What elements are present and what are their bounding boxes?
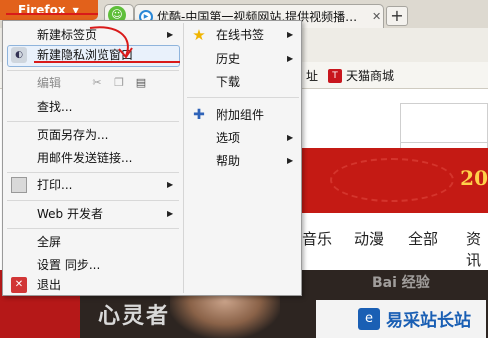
banner-decoration [330, 158, 454, 202]
menu-separator [7, 70, 179, 71]
bookmark-item[interactable]: 址 [306, 67, 318, 84]
video-logo: 心灵者 [98, 303, 171, 329]
menu-item-downloads[interactable]: 下载 [216, 72, 240, 92]
menu-item-save-page[interactable]: 页面另存为... [37, 125, 108, 145]
annotation-underline [6, 13, 98, 15]
submenu-arrow-icon: ▶ [287, 156, 294, 165]
nav-link[interactable]: 全部 [408, 228, 438, 249]
channel-nav: 音乐 动漫 全部 资讯 [300, 216, 488, 269]
watermark-text: 易采站长站 [386, 311, 471, 331]
exit-icon: ✕ [11, 277, 27, 293]
menu-separator [7, 200, 179, 201]
bookmark-star-icon: ★ [192, 26, 206, 44]
menu-item-find[interactable]: 查找... [37, 97, 72, 117]
menu-item-help[interactable]: 帮助 [216, 151, 240, 171]
menu-item-exit[interactable]: 退出 [37, 275, 61, 295]
submenu-arrow-icon: ▶ [167, 180, 174, 189]
menu-item-addons[interactable]: 附加组件 [216, 105, 264, 125]
menu-separator [7, 172, 179, 173]
promo-banner[interactable]: 20 [300, 148, 488, 213]
tmall-icon: T [328, 68, 342, 83]
submenu-arrow-icon: ▶ [167, 209, 174, 218]
search-input[interactable] [400, 103, 488, 143]
submenu-arrow-icon: ▶ [287, 30, 294, 39]
watermark-logo-icon: e [358, 308, 380, 330]
tab-close-icon[interactable]: ✕ [372, 10, 381, 23]
menu-item-fullscreen[interactable]: 全屏 [37, 232, 61, 252]
menu-item-bookmarks[interactable]: 在线书签 [216, 25, 264, 45]
menu-item-history[interactable]: 历史 [216, 49, 240, 69]
menu-item-print[interactable]: 打印... [37, 175, 72, 195]
menu-item-options[interactable]: 选项 [216, 128, 240, 148]
paste-icon: ▤ [135, 76, 147, 89]
cut-icon: ✂ [92, 76, 102, 89]
nav-link[interactable]: 资讯 [466, 228, 488, 270]
bookmark-label: 天猫商城 [346, 69, 395, 83]
banner-text: 20 [460, 166, 488, 190]
menu-column-divider [183, 23, 184, 293]
baidu-watermark: Bai 经验 [372, 275, 430, 291]
menu-item-email-link[interactable]: 用邮件发送链接... [37, 148, 132, 168]
nav-link[interactable]: 音乐 [302, 228, 332, 249]
addons-puzzle-icon: ✚ [193, 107, 205, 123]
menu-item-edit: 编辑 [37, 76, 62, 90]
submenu-arrow-icon: ▶ [287, 54, 294, 63]
menu-item-sync-setup[interactable]: 设置 同步... [37, 255, 100, 275]
menu-separator [187, 97, 299, 98]
new-tab-button[interactable]: + [386, 6, 408, 26]
menu-item-web-developer[interactable]: Web 开发者 [37, 204, 103, 224]
menu-separator [7, 121, 179, 122]
submenu-arrow-icon: ▶ [287, 133, 294, 142]
annotation-arrow-icon [89, 26, 133, 59]
bookmark-label: 址 [306, 69, 319, 83]
firefox-menu-button[interactable]: Firefox ▼ [0, 0, 98, 20]
copy-icon: ❐ [114, 76, 124, 89]
printer-icon [11, 177, 27, 193]
submenu-arrow-icon: ▶ [167, 30, 174, 39]
menu-separator [7, 228, 179, 229]
bookmark-tmall[interactable]: T 天猫商城 [328, 67, 394, 84]
private-browsing-icon: ◐ [11, 47, 27, 63]
nav-link[interactable]: 动漫 [354, 228, 384, 249]
